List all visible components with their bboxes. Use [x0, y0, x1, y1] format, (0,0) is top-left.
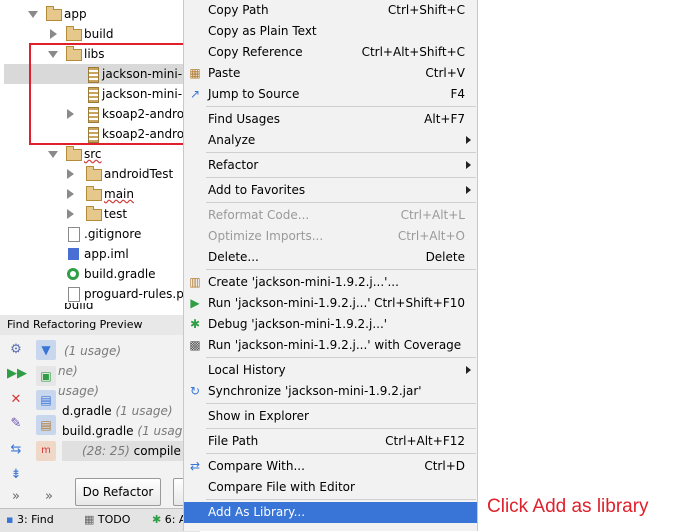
folder-icon	[86, 186, 102, 201]
tree-item-src[interactable]: src	[0, 144, 200, 164]
jump-arrow-icon: ↗	[189, 87, 201, 101]
tab-find[interactable]: ▪ 3: Find	[6, 513, 54, 526]
folder-icon	[86, 206, 102, 221]
menu-separator	[206, 106, 476, 107]
tab-android[interactable]: ✱ 6: A	[152, 513, 186, 526]
tree-item-test[interactable]: test	[0, 204, 200, 224]
menu-separator	[206, 357, 476, 358]
list-item[interactable]: build.gradle (1 usage)	[62, 421, 194, 441]
android-icon: ✱	[152, 513, 162, 526]
bottom-tool-bar: ▪ 3: Find ▦ TODO ✱ 6: A	[0, 508, 200, 532]
tree-item-main[interactable]: main	[0, 184, 200, 204]
menu-item-create-configuration[interactable]: ▥ Create 'jackson-mini-1.9.2.j...'...	[184, 272, 477, 293]
expand-arrow-icon[interactable]	[48, 151, 58, 158]
usage-list: (1 usage) ne) usage) d.gradle (1 usage) …	[0, 340, 200, 470]
tree-item-proguard[interactable]: proguard-rules.pro	[0, 284, 200, 304]
menu-item-find-usages[interactable]: Find Usages Alt+F7	[184, 109, 477, 130]
menu-item-run-with-coverage[interactable]: ▩ Run 'jackson-mini-1.9.2.j...' with Cov…	[184, 335, 477, 356]
folder-icon	[66, 26, 82, 41]
highlight-box-libs	[29, 43, 196, 145]
tree-item-app[interactable]: app	[0, 4, 200, 24]
menu-separator	[206, 152, 476, 153]
menu-item-compare-with-editor[interactable]: Compare File with Editor	[184, 477, 477, 498]
submenu-arrow-icon	[466, 136, 471, 144]
sync-icon: ↻	[189, 384, 201, 398]
menu-item-file-path[interactable]: File Path Ctrl+Alt+F12	[184, 431, 477, 452]
do-refactor-button[interactable]: Do Refactor	[75, 478, 161, 506]
menu-item-paste[interactable]: ▦ Paste Ctrl+V	[184, 63, 477, 84]
menu-item-jump-to-source[interactable]: ↗ Jump to Source F4	[184, 84, 477, 105]
menu-separator	[206, 403, 476, 404]
folder-icon	[46, 6, 62, 21]
menu-separator	[206, 499, 476, 500]
collapse-arrow-icon[interactable]	[67, 209, 74, 219]
list-item[interactable]: d.gradle (1 usage)	[62, 401, 173, 421]
submenu-arrow-icon	[466, 186, 471, 194]
todo-icon: ▦	[84, 513, 95, 526]
collapse-arrow-icon[interactable]	[67, 189, 74, 199]
instruction-caption: Click Add as library	[487, 496, 649, 517]
collapse-arrow-icon[interactable]	[67, 169, 74, 179]
module-file-icon	[68, 248, 79, 260]
menu-item-show-in-explorer[interactable]: Show in Explorer	[184, 406, 477, 427]
menu-item-copy-path[interactable]: Copy Path Ctrl+Shift+C	[184, 0, 477, 21]
menu-item-reformat-code[interactable]: Reformat Code... Ctrl+Alt+L	[184, 205, 477, 226]
list-item[interactable]: ne)	[58, 361, 78, 381]
search-icon: ▪	[6, 513, 14, 526]
menu-separator	[206, 428, 476, 429]
menu-item-copy-plain-text[interactable]: Copy as Plain Text	[184, 21, 477, 42]
file-icon	[68, 287, 80, 302]
menu-item-copy-reference[interactable]: Copy Reference Ctrl+Alt+Shift+C	[184, 42, 477, 63]
menu-item-analyze[interactable]: Analyze	[184, 130, 477, 151]
debug-bug-icon: ✱	[189, 317, 201, 331]
tree-item-build[interactable]: build	[0, 24, 200, 44]
menu-item-add-as-library[interactable]: Add As Library...	[184, 502, 477, 523]
menu-item-synchronize[interactable]: ↻ Synchronize 'jackson-mini-1.9.2.jar'	[184, 381, 477, 402]
menu-item-local-history[interactable]: Local History	[184, 360, 477, 381]
menu-item-debug[interactable]: ✱ Debug 'jackson-mini-1.9.2.j...'	[184, 314, 477, 335]
file-icon	[68, 227, 80, 242]
folder-icon	[66, 146, 82, 161]
tree-item-androidtest[interactable]: androidTest	[0, 164, 200, 184]
paste-icon: ▦	[189, 66, 201, 80]
menu-item-refactor[interactable]: Refactor	[184, 155, 477, 176]
tree-item-gitignore[interactable]: .gitignore	[0, 224, 200, 244]
menu-item-compare-with[interactable]: ⇄ Compare With... Ctrl+D	[184, 456, 477, 477]
menu-item-add-to-favorites[interactable]: Add to Favorites	[184, 180, 477, 201]
list-item[interactable]: usage)	[58, 381, 99, 401]
jar-config-icon: ▥	[189, 275, 201, 289]
run-icon: ▶	[190, 296, 200, 310]
tree-item-build-partial[interactable]: build	[0, 303, 200, 315]
more-icon[interactable]: »	[40, 488, 58, 506]
menu-separator	[206, 269, 476, 270]
compare-icon: ⇄	[189, 459, 201, 473]
tab-todo[interactable]: ▦ TODO	[84, 513, 130, 526]
submenu-arrow-icon	[466, 366, 471, 374]
menu-separator	[206, 202, 476, 203]
list-item[interactable]: (1 usage)	[64, 341, 121, 361]
menu-item-run[interactable]: ▶ Run 'jackson-mini-1.9.2.j...' Ctrl+Shi…	[184, 293, 477, 314]
more-icon[interactable]: »	[7, 488, 25, 506]
collapse-arrow-icon[interactable]	[50, 29, 57, 39]
coverage-icon: ▩	[189, 338, 201, 352]
menu-separator	[206, 453, 476, 454]
menu-item-optimize-imports[interactable]: Optimize Imports... Ctrl+Alt+O	[184, 226, 477, 247]
context-menu: Copy Path Ctrl+Shift+C Copy as Plain Tex…	[183, 0, 478, 531]
gradle-icon	[67, 268, 79, 280]
expand-arrow-icon[interactable]	[28, 11, 38, 18]
list-item-selected[interactable]: (28: 25) compile file	[62, 441, 200, 461]
submenu-arrow-icon	[466, 161, 471, 169]
tree-item-app-iml[interactable]: app.iml	[0, 244, 200, 264]
panel-title: Find Refactoring Preview	[0, 315, 200, 335]
menu-item-delete[interactable]: Delete... Delete	[184, 247, 477, 268]
folder-icon	[86, 166, 102, 181]
menu-separator	[206, 177, 476, 178]
tree-item-build-gradle[interactable]: build.gradle	[0, 264, 200, 284]
